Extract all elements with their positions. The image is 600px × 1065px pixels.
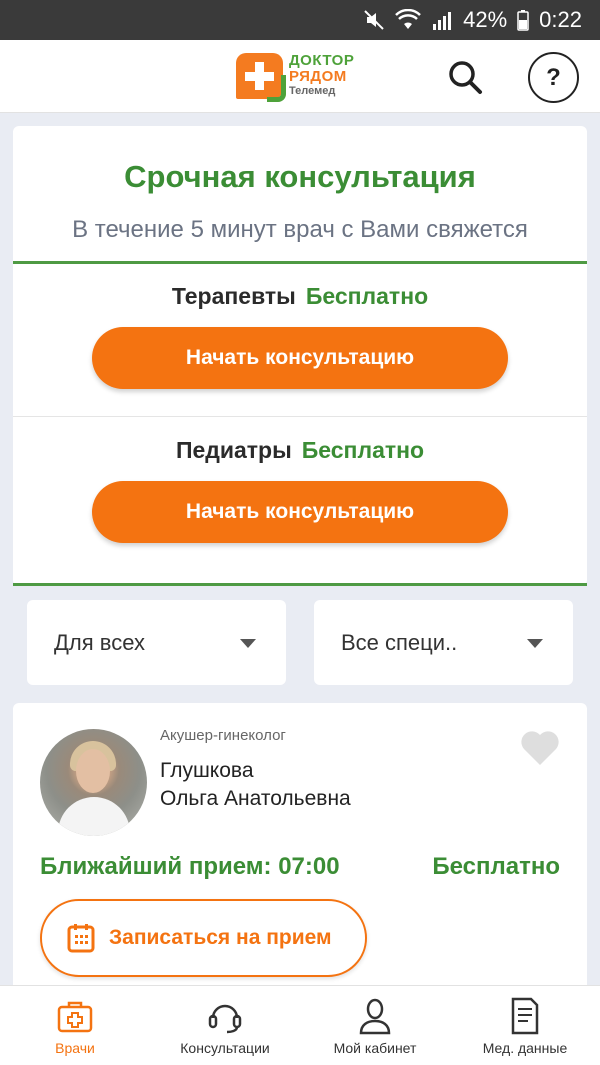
app-bar: ДОКТОР РЯДОМ Телемед ? bbox=[0, 40, 600, 113]
status-bar: 42% 0:22 bbox=[0, 0, 600, 40]
urgent-subtitle: В течение 5 минут врач с Вами свяжется bbox=[72, 216, 528, 243]
urgent-title: Срочная консультация bbox=[124, 159, 476, 194]
battery-icon bbox=[517, 9, 529, 31]
specialty-filter-value: Все специ.. bbox=[341, 629, 458, 655]
nav-label: Консультации bbox=[180, 1040, 270, 1056]
heart-icon bbox=[521, 731, 559, 765]
doctor-first-middle-name: Ольга Анатольевна bbox=[160, 787, 351, 810]
divider bbox=[13, 583, 587, 586]
calendar-icon bbox=[67, 924, 95, 953]
document-icon bbox=[511, 997, 539, 1035]
signal-icon bbox=[431, 9, 453, 31]
audience-filter-value: Для всех bbox=[54, 629, 145, 655]
nav-label: Мед. данные bbox=[482, 1040, 568, 1056]
book-appointment-label: Записаться на прием bbox=[109, 926, 332, 949]
help-button[interactable]: ? bbox=[528, 52, 579, 103]
start-consultation-button-pediatricians[interactable]: Начать консультацию bbox=[92, 481, 508, 543]
headset-icon bbox=[208, 1004, 242, 1034]
specialty-price: Бесплатно bbox=[305, 283, 429, 309]
nav-item-doctors[interactable]: Врачи bbox=[0, 986, 150, 1065]
doctor-name: Глушкова Ольга Анатольевна bbox=[160, 757, 351, 813]
logo-line-1: ДОКТОР bbox=[289, 52, 355, 69]
specialty-price: Бесплатно bbox=[301, 437, 425, 463]
battery-percent: 42% bbox=[463, 7, 508, 32]
nearest-appointment: Ближайший прием: 07:00 bbox=[40, 853, 340, 880]
medkit-icon bbox=[57, 1001, 93, 1033]
clock: 0:22 bbox=[539, 7, 582, 32]
specialty-name: Педиатры bbox=[175, 437, 292, 463]
book-appointment-button[interactable]: Записаться на прием bbox=[40, 899, 367, 977]
screen: 42% 0:22 ДОКТОР РЯДОМ Телемед ? Срочная … bbox=[0, 0, 600, 1065]
nav-label: Мой кабинет bbox=[333, 1040, 417, 1056]
wifi-icon bbox=[395, 9, 422, 31]
mute-icon bbox=[363, 9, 385, 31]
search-button[interactable] bbox=[446, 58, 484, 96]
doctor-avatar bbox=[40, 729, 147, 836]
specialty-name: Терапевты bbox=[171, 283, 296, 309]
divider bbox=[13, 261, 587, 264]
favorite-button[interactable] bbox=[518, 725, 562, 769]
doctor-card[interactable]: Акушер-гинеколог Глушкова Ольга Анатолье… bbox=[13, 703, 587, 1003]
user-icon bbox=[359, 998, 391, 1035]
specialty-row-therapists: Терапевты Бесплатно bbox=[13, 283, 587, 310]
search-icon bbox=[449, 61, 482, 94]
divider bbox=[13, 416, 587, 417]
doctor-last-name: Глушкова bbox=[160, 759, 254, 782]
chevron-down-icon bbox=[527, 639, 543, 648]
logo-cross-icon bbox=[236, 53, 286, 102]
urgent-consultation-card: Срочная консультация В течение 5 минут в… bbox=[13, 126, 587, 586]
doctor-specialty: Акушер-гинеколог bbox=[160, 727, 286, 744]
logo-line-3: Телемед bbox=[289, 85, 336, 97]
nav-label: Врачи bbox=[55, 1040, 95, 1056]
audience-filter-dropdown[interactable]: Для всех bbox=[27, 600, 286, 685]
bottom-navigation: Врачи Консультации Мой кабинет Мед. данн… bbox=[0, 985, 600, 1065]
doctor-price: Бесплатно bbox=[432, 853, 560, 880]
nav-item-my-cabinet[interactable]: Мой кабинет bbox=[300, 986, 450, 1065]
logo-line-2: РЯДОМ bbox=[289, 68, 347, 85]
nav-item-consultations[interactable]: Консультации bbox=[150, 986, 300, 1065]
specialty-row-pediatricians: Педиатры Бесплатно bbox=[13, 437, 587, 464]
logo[interactable]: ДОКТОР РЯДОМ Телемед bbox=[236, 52, 355, 102]
help-icon: ? bbox=[546, 63, 561, 91]
specialty-filter-dropdown[interactable]: Все специ.. bbox=[314, 600, 573, 685]
nav-item-medical-data[interactable]: Мед. данные bbox=[450, 986, 600, 1065]
start-consultation-button-therapists[interactable]: Начать консультацию bbox=[92, 327, 508, 389]
chevron-down-icon bbox=[240, 639, 256, 648]
